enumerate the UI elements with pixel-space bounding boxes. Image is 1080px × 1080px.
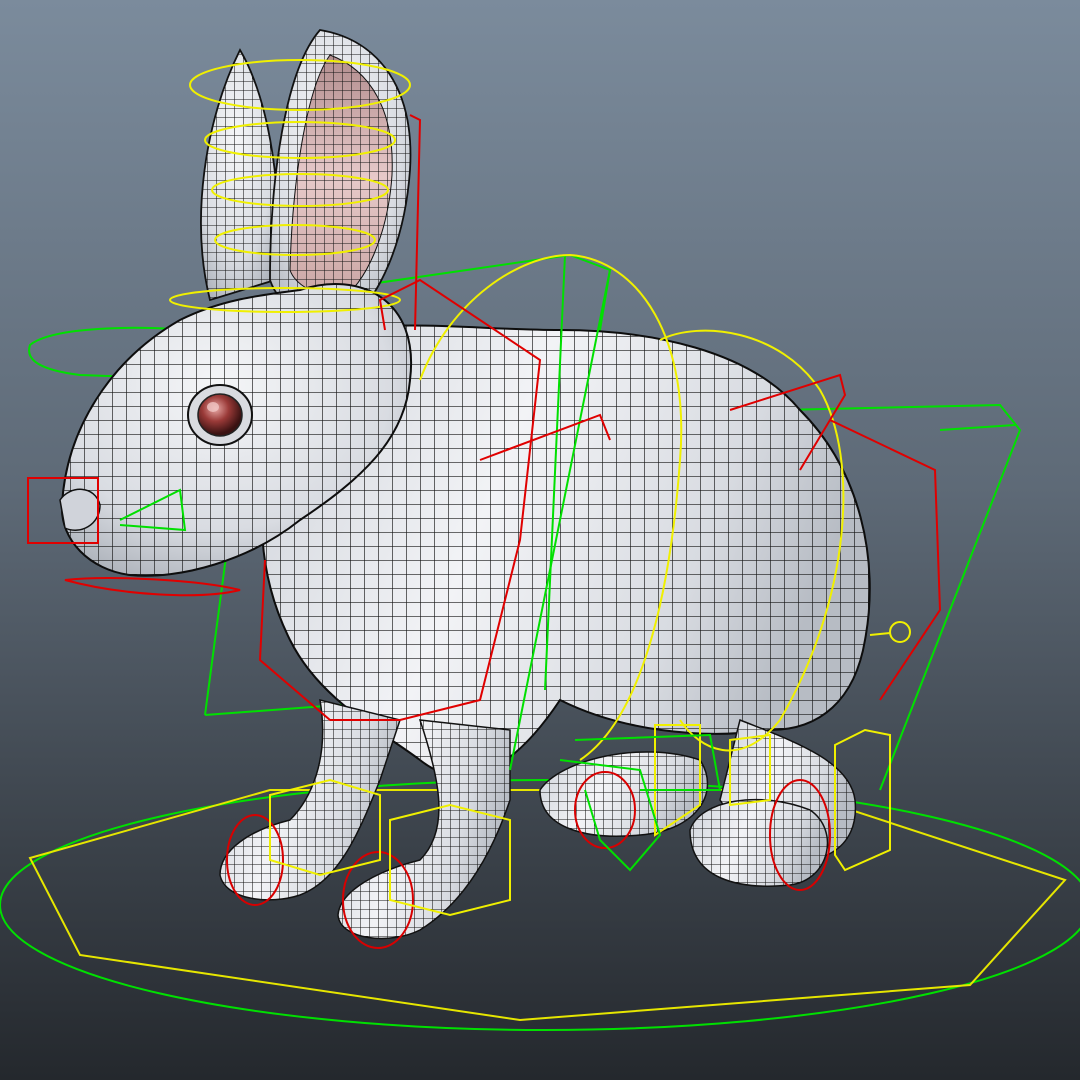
hind-leg-far — [539, 751, 709, 837]
eye — [187, 384, 253, 446]
scene-canvas — [0, 29, 1080, 1031]
ground-control[interactable] — [0, 779, 1080, 1031]
3d-viewport[interactable] — [0, 0, 1080, 1080]
hind-foot-near — [689, 798, 829, 887]
